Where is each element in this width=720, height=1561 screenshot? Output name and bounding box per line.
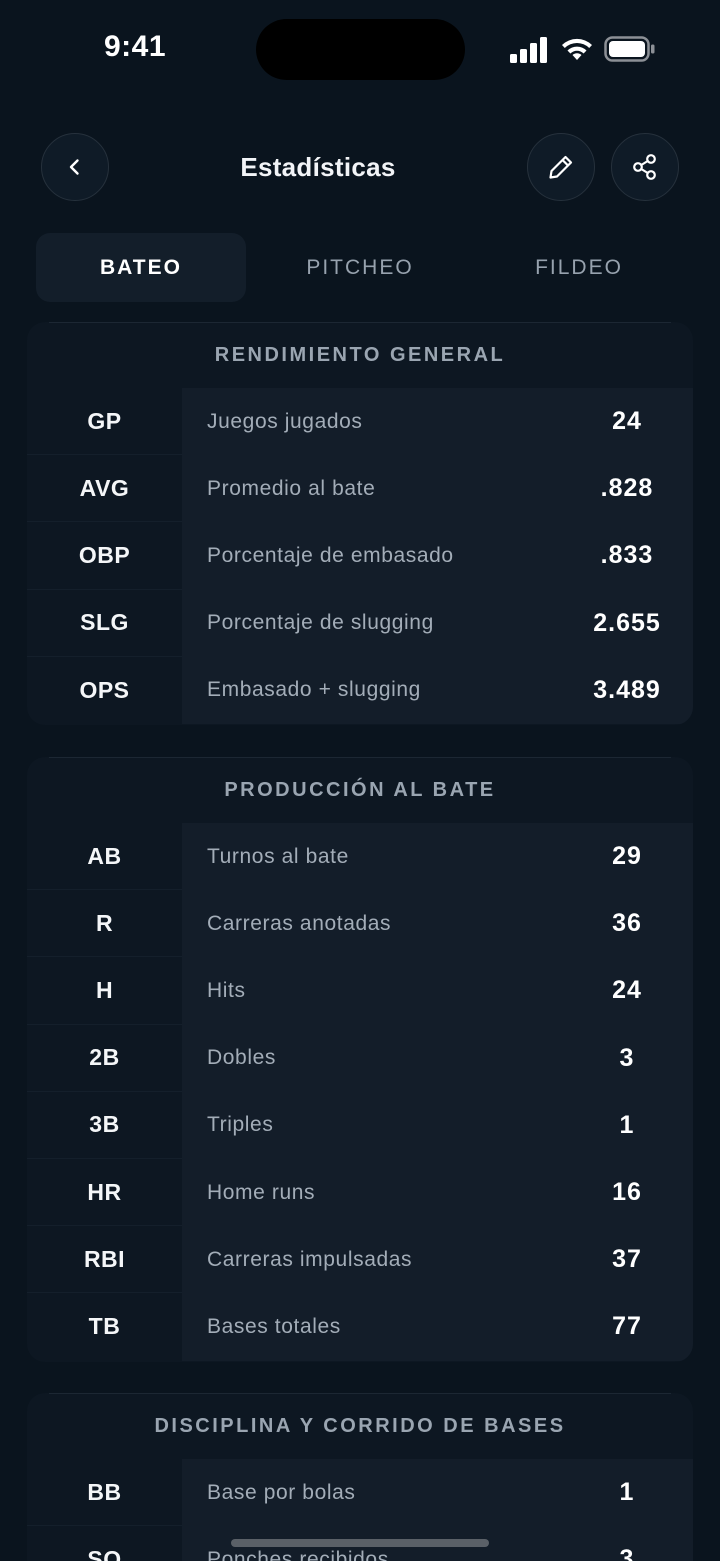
stat-description: Hits bbox=[207, 978, 246, 1002]
chevron-left-icon bbox=[69, 159, 79, 175]
stats-table: GP Juegos jugados 24 AVG Promedio al bat… bbox=[27, 388, 693, 724]
stat-description-cell: Porcentaje de slugging 2.655 bbox=[182, 589, 693, 657]
stat-abbreviation: AVG bbox=[27, 455, 182, 523]
wifi-icon bbox=[562, 38, 592, 60]
share-icon bbox=[633, 154, 656, 180]
stat-row-r: R Carreras anotadas 36 bbox=[27, 890, 693, 958]
stat-description: Embasado + slugging bbox=[207, 678, 421, 702]
cellular-signal-icon bbox=[510, 37, 547, 63]
stat-row-ab: AB Turnos al bate 29 bbox=[27, 823, 693, 891]
stat-row-gp: GP Juegos jugados 24 bbox=[27, 388, 693, 456]
stat-value: 2.655 bbox=[593, 608, 661, 637]
stats-table: AB Turnos al bate 29 R Carreras anotadas… bbox=[27, 823, 693, 1361]
stat-value: 77 bbox=[612, 1312, 642, 1341]
stat-value: 16 bbox=[612, 1178, 642, 1207]
stat-description-cell: Triples 1 bbox=[182, 1091, 693, 1159]
stat-abbreviation: RBI bbox=[27, 1226, 182, 1294]
top-navigation-bar: Estadísticas bbox=[0, 130, 720, 206]
stat-abbreviation: TB bbox=[88, 1313, 121, 1340]
stat-value: 36 bbox=[612, 909, 642, 938]
stat-description: Turnos al bate bbox=[207, 844, 349, 868]
stat-value: 1 bbox=[619, 1110, 635, 1139]
status-bar: 9:41 bbox=[0, 0, 720, 100]
stat-abbreviation: R bbox=[27, 890, 182, 958]
stat-row-3b: 3B Triples 1 bbox=[27, 1091, 693, 1159]
pencil-icon bbox=[549, 155, 573, 179]
stat-row-bb: BB Base por bolas 1 bbox=[27, 1459, 693, 1527]
tab-pitcheo[interactable]: PITCHEO bbox=[255, 233, 465, 302]
stat-row-ops: OPS Embasado + slugging 3.489 bbox=[27, 656, 693, 724]
stat-value: 3 bbox=[619, 1545, 635, 1561]
section-title: PRODUCCIÓN AL BATE bbox=[224, 778, 496, 801]
stat-abbreviation: H bbox=[27, 957, 182, 1025]
stat-value: 37 bbox=[612, 1245, 642, 1274]
stat-value: 1 bbox=[619, 1478, 635, 1507]
stat-description: Dobles bbox=[207, 1046, 276, 1070]
stat-description: Base por bolas bbox=[207, 1480, 356, 1504]
section-card-disciplina-y-corrido: DISCIPLINA Y CORRIDO DE BASES BB Base po… bbox=[27, 1393, 693, 1561]
stat-description: Bases totales bbox=[207, 1314, 341, 1338]
stat-row-hr: HR Home runs 16 bbox=[27, 1158, 693, 1227]
page-title: Estadísticas bbox=[240, 152, 396, 182]
stat-value: 29 bbox=[612, 842, 642, 871]
section-title: DISCIPLINA Y CORRIDO DE BASES bbox=[154, 1414, 566, 1437]
stat-abbreviation: AB bbox=[27, 823, 182, 891]
stat-row-tb: TB Bases totales 77 bbox=[27, 1293, 693, 1361]
stat-description-cell: Embasado + slugging 3.489 bbox=[182, 656, 693, 724]
stat-value: .828 bbox=[600, 474, 654, 503]
stat-value: .833 bbox=[600, 541, 654, 570]
stat-abbreviation: SLG bbox=[27, 590, 182, 657]
stat-description-cell: Bases totales 77 bbox=[182, 1293, 693, 1361]
stat-description: Carreras impulsadas bbox=[207, 1247, 413, 1271]
stat-abbreviation: GP bbox=[27, 388, 182, 456]
stat-row-2b: 2B Dobles 3 bbox=[27, 1024, 693, 1092]
tab-fildeo[interactable]: FILDEO bbox=[474, 233, 684, 302]
stat-description-cell: Juegos jugados 24 bbox=[182, 388, 693, 456]
stat-row-h: H Hits 24 bbox=[27, 957, 693, 1025]
stat-description-cell: Turnos al bate 29 bbox=[182, 823, 693, 891]
stat-description: Promedio al bate bbox=[207, 476, 376, 500]
section-title: RENDIMIENTO GENERAL bbox=[214, 343, 506, 366]
stat-value: 3 bbox=[619, 1043, 635, 1072]
stat-value: 24 bbox=[612, 976, 642, 1005]
section-card-rendimiento-general: RENDIMIENTO GENERAL GP Juegos jugados 24… bbox=[27, 322, 693, 725]
stat-description-cell: Home runs 16 bbox=[182, 1158, 693, 1227]
stat-abbreviation: 2B bbox=[27, 1025, 182, 1092]
stat-row-obp: OBP Porcentaje de embasado .833 bbox=[27, 522, 693, 590]
stat-description: Porcentaje de slugging bbox=[207, 611, 434, 635]
stat-description: Carreras anotadas bbox=[207, 911, 392, 935]
stat-description-cell: Hits 24 bbox=[182, 957, 693, 1025]
home-indicator[interactable] bbox=[231, 1539, 489, 1547]
stat-abbreviation: OBP bbox=[27, 522, 182, 590]
stat-abbreviation: HR bbox=[27, 1159, 182, 1227]
stat-abbreviation: OPS bbox=[79, 676, 130, 703]
stat-value: 3.489 bbox=[593, 675, 661, 704]
stat-description: Home runs bbox=[207, 1180, 316, 1204]
battery-icon bbox=[604, 36, 655, 62]
stat-description-cell: Carreras anotadas 36 bbox=[182, 890, 693, 958]
stat-description-cell: Porcentaje de embasado .833 bbox=[182, 522, 693, 590]
stats-tabs: BATEO PITCHEO FILDEO bbox=[36, 233, 684, 302]
back-button[interactable] bbox=[41, 133, 109, 201]
stat-abbreviation: 3B bbox=[27, 1092, 182, 1159]
stat-description: Juegos jugados bbox=[207, 409, 363, 433]
stat-row-slg: SLG Porcentaje de slugging 2.655 bbox=[27, 589, 693, 657]
stat-row-avg: AVG Promedio al bate .828 bbox=[27, 455, 693, 523]
stat-value: 24 bbox=[612, 407, 642, 436]
tab-bateo[interactable]: BATEO bbox=[36, 233, 246, 302]
dynamic-island bbox=[256, 19, 465, 80]
share-button[interactable] bbox=[611, 133, 679, 201]
status-time: 9:41 bbox=[104, 30, 167, 63]
stat-description: Triples bbox=[207, 1113, 274, 1137]
stat-description-cell: Carreras impulsadas 37 bbox=[182, 1226, 693, 1294]
stat-row-rbi: RBI Carreras impulsadas 37 bbox=[27, 1226, 693, 1294]
stat-abbreviation: SO bbox=[87, 1546, 122, 1561]
stat-description-cell: Promedio al bate .828 bbox=[182, 455, 693, 523]
section-card-produccion-al-bate: PRODUCCIÓN AL BATE AB Turnos al bate 29 … bbox=[27, 757, 693, 1362]
stat-description-cell: Base por bolas 1 bbox=[182, 1459, 693, 1527]
stat-description-cell: Dobles 3 bbox=[182, 1024, 693, 1092]
edit-button[interactable] bbox=[527, 133, 595, 201]
stat-abbreviation: BB bbox=[27, 1459, 182, 1527]
stat-description: Porcentaje de embasado bbox=[207, 543, 454, 567]
